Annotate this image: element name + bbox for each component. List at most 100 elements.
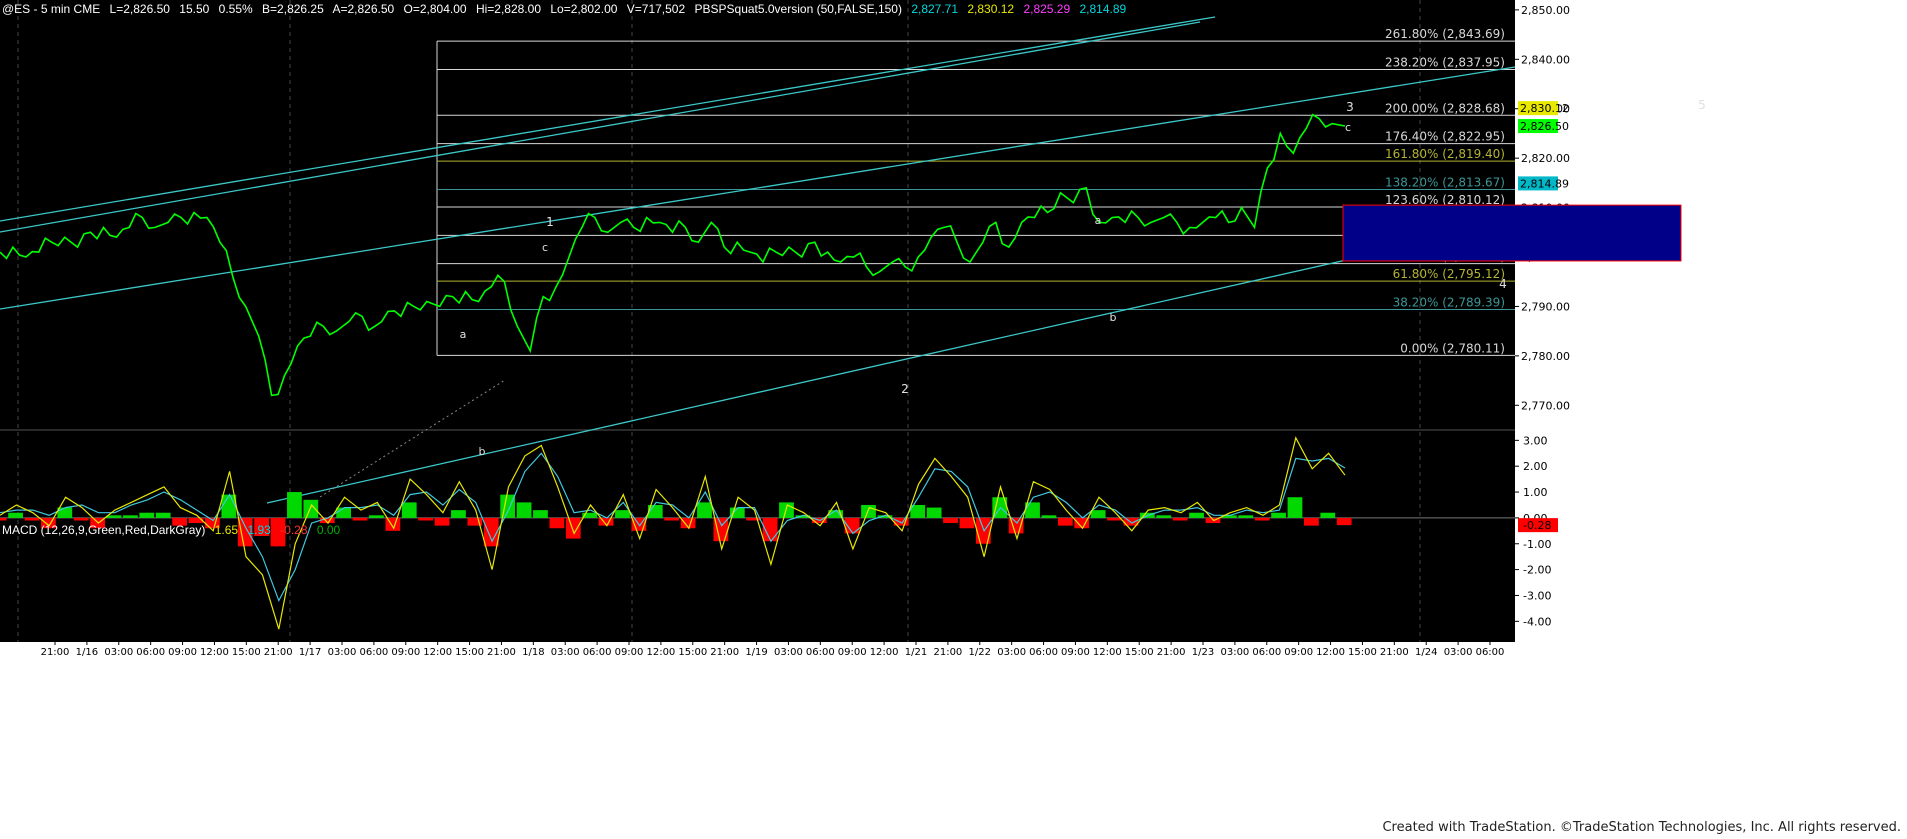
x-tick-label: 09:00 <box>391 647 420 658</box>
macd-histogram-bar <box>385 517 401 531</box>
x-tick-label: 12:00 <box>1316 647 1345 658</box>
macd-header: MACD (12,26,9,Green,Red,DarkGray) 1.65 1… <box>2 523 346 537</box>
x-tick-label: 12:00 <box>870 647 899 658</box>
high-price: Hi=2,828.00 <box>475 2 541 16</box>
macd-current-tag-label: -0.28 <box>1523 519 1551 532</box>
macd-y-tick-label: -3.00 <box>1523 589 1551 602</box>
x-tick-label: 03:00 <box>1444 647 1473 658</box>
wave-label: c <box>1345 121 1351 134</box>
low-price: Lo=2,802.00 <box>550 2 618 16</box>
macd-value: 0.00 <box>316 523 341 537</box>
macd-histogram-bar <box>1254 517 1270 521</box>
x-tick-label: 03:00 <box>328 647 357 658</box>
macd-histogram-bar <box>221 494 237 518</box>
last-price: L=2,826.50 <box>109 2 170 16</box>
x-tick-label: 09:00 <box>1284 647 1313 658</box>
macd-histogram-bar <box>943 517 958 524</box>
tradestation-chart-window: 2,850.002,840.002,830.002,820.002,810.00… <box>0 0 1907 839</box>
price-tag-label: 2,814.89 <box>1520 177 1569 190</box>
footer-credit: Created with TradeStation. ©TradeStation… <box>1382 820 1901 835</box>
chart-canvas[interactable]: 2,850.002,840.002,830.002,820.002,810.00… <box>0 0 1907 839</box>
plot-background <box>0 0 1515 642</box>
fib-level-label: 200.00% (2,828.68) <box>1385 101 1505 115</box>
indicator-label: PBSPSquat5.0version (50,FALSE,150) <box>694 2 902 16</box>
macd-histogram-bar <box>369 515 384 518</box>
x-tick-label: 15:00 <box>1348 647 1377 658</box>
macd-histogram-bar <box>106 515 122 518</box>
x-tick-label: 12:00 <box>646 647 675 658</box>
x-tick-label: 06:00 <box>806 647 835 658</box>
macd-histogram-bar <box>959 517 975 529</box>
bid-price: B=2,826.25 <box>262 2 324 16</box>
macd-value: -0.28 <box>280 523 308 537</box>
indicator-value: 2,814.89 <box>1079 2 1127 16</box>
macd-histogram-bar <box>73 517 89 521</box>
macd-histogram-bar <box>24 517 40 521</box>
macd-y-tick-label: 1.00 <box>1523 486 1548 499</box>
macd-histogram-bar <box>0 517 7 521</box>
x-tick-label: 03:00 <box>1220 647 1249 658</box>
macd-histogram-bar <box>303 499 319 518</box>
x-tick-label: 03:00 <box>104 647 133 658</box>
macd-histogram-bar <box>8 512 23 518</box>
volume: V=717,502 <box>626 2 686 16</box>
x-tick-label: 21:00 <box>264 647 293 658</box>
macd-histogram-bar <box>1238 515 1254 518</box>
x-tick-label: 1/24 <box>1415 647 1437 658</box>
wave-label: c <box>542 241 548 254</box>
open-price: O=2,804.00 <box>403 2 467 16</box>
macd-histogram-bar <box>926 507 942 518</box>
ask-price: A=2,826.50 <box>332 2 395 16</box>
symbol-label: @ES - 5 min CME <box>2 2 101 16</box>
y-tick-label: 2,780.00 <box>1521 350 1570 363</box>
price-header: @ES - 5 min CME L=2,826.50 15.50 0.55% B… <box>2 2 1132 16</box>
wave-label: 1 <box>546 215 554 229</box>
fib-level-label: 176.40% (2,822.95) <box>1385 130 1505 144</box>
x-tick-label: 15:00 <box>1125 647 1154 658</box>
macd-histogram-bar <box>697 502 712 518</box>
macd-histogram-bar <box>1189 512 1204 518</box>
macd-value: 1.93 <box>247 523 271 537</box>
x-tick-label: 09:00 <box>615 647 644 658</box>
x-tick-label: 21:00 <box>487 647 516 658</box>
macd-histogram-bar <box>565 517 581 539</box>
wave-label: a <box>460 328 467 341</box>
wave-label: b <box>1110 311 1117 324</box>
macd-histogram-bar <box>1041 515 1057 518</box>
macd-histogram-bar <box>336 507 352 518</box>
wave-label: 2 <box>901 382 909 396</box>
macd-histogram-bar <box>861 504 876 518</box>
macd-y-tick-label: -4.00 <box>1523 615 1551 628</box>
indicator-value: 2,827.71 <box>911 2 959 16</box>
macd-label: MACD (12,26,9,Green,Red,DarkGray) <box>2 523 206 537</box>
y-tick-label: 2,770.00 <box>1521 399 1570 412</box>
x-tick-label: 15:00 <box>678 647 707 658</box>
percent-change: 0.55% <box>218 2 253 16</box>
wave-label: b <box>479 445 486 458</box>
fib-level-label: 238.20% (2,837.95) <box>1385 55 1505 69</box>
wave-label: a <box>1095 214 1102 227</box>
macd-histogram-bar <box>1057 517 1073 526</box>
x-tick-label: 21:00 <box>933 647 962 658</box>
x-tick-label: 1/16 <box>76 647 98 658</box>
x-tick-label: 21:00 <box>41 647 70 658</box>
y-tick-label: 2,850.00 <box>1521 4 1570 17</box>
x-tick-label: 06:00 <box>1029 647 1058 658</box>
macd-histogram-bar <box>1303 517 1319 526</box>
x-tick-label: 1/17 <box>299 647 321 658</box>
x-tick-label: 09:00 <box>168 647 197 658</box>
macd-y-tick-label: -2.00 <box>1523 564 1551 577</box>
y-tick-label: 2,840.00 <box>1521 53 1570 66</box>
wave-label: 5 <box>1698 98 1706 112</box>
x-tick-label: 12:00 <box>1093 647 1122 658</box>
x-tick-label: 09:00 <box>1061 647 1090 658</box>
macd-histogram-bar <box>516 502 532 518</box>
x-tick-label: 09:00 <box>838 647 867 658</box>
x-tick-label: 21:00 <box>1380 647 1409 658</box>
macd-y-tick-label: 3.00 <box>1523 434 1548 447</box>
x-tick-label: 1/22 <box>969 647 991 658</box>
wave-label: 3 <box>1346 100 1354 114</box>
x-tick-label: 21:00 <box>710 647 739 658</box>
macd-histogram-bar <box>155 512 171 518</box>
indicator-value: 2,830.12 <box>967 2 1015 16</box>
